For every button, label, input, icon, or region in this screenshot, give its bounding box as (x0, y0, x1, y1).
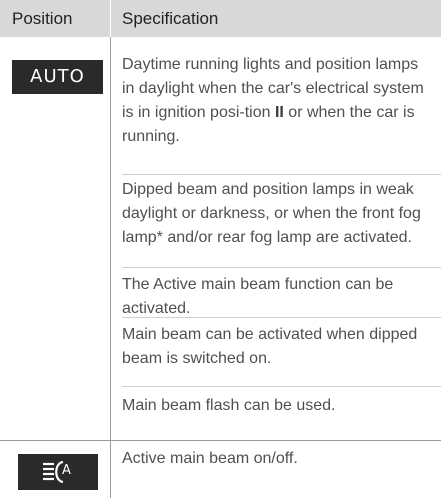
spec-daytime-running-lights: Daytime running lights and position lamp… (122, 56, 424, 145)
header-divider (110, 0, 111, 37)
spec-separator (122, 267, 441, 268)
active-main-beam-icon: A (43, 460, 71, 484)
position-column-header: Position (12, 9, 73, 28)
spec-separator (122, 386, 441, 387)
spec-active-main-beam-toggle: Active main beam on/off. (122, 450, 298, 467)
specification-column-header: Specification (122, 9, 219, 28)
spec-separator (122, 174, 441, 175)
spec-dipped-beam: Dipped beam and position lamps in weak d… (122, 181, 421, 246)
svg-text:A: A (62, 463, 71, 478)
spec-active-main-beam-function: The Active main beam function can be act… (122, 276, 394, 317)
spec-main-beam-activation: Main beam can be activated when dipped b… (122, 326, 418, 367)
column-divider (110, 37, 111, 498)
active-main-beam-badge: A (18, 454, 98, 490)
spec-main-beam-flash: Main beam flash can be used. (122, 397, 336, 414)
auto-position-badge: AUTO (12, 60, 103, 94)
spec-separator (122, 317, 441, 318)
table-header: Position Specification (0, 0, 441, 37)
row-separator (0, 440, 441, 441)
